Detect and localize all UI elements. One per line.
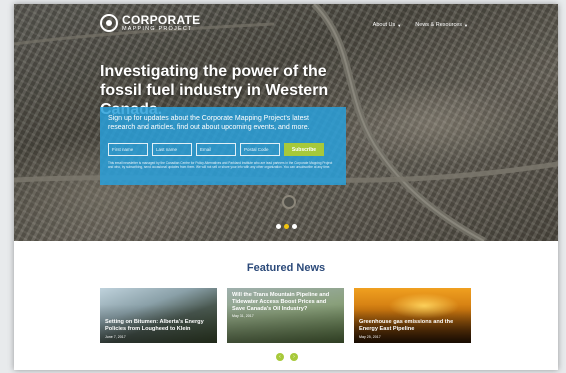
main-nav: About Us ▼ News & Resources ▼ bbox=[373, 22, 468, 28]
nav-item-about-us[interactable]: About Us ▼ bbox=[373, 22, 402, 28]
slider-dots bbox=[276, 224, 297, 229]
signup-disclaimer: This email newsletter is managed by the … bbox=[108, 161, 333, 170]
news-card-title: Setting on Bitumen: Alberta's Energy Pol… bbox=[105, 319, 204, 333]
site-logo[interactable]: CORPORATE MAPPING PROJECT bbox=[100, 14, 200, 33]
news-card-date: May 31, 2017 bbox=[232, 314, 254, 319]
signup-text: Sign up for updates about the Corporate … bbox=[108, 115, 310, 131]
card-text: Setting on Bitumen: Alberta's Energy Pol… bbox=[105, 319, 212, 339]
news-card[interactable]: Will the Trans Mountain Pipeline and Tid… bbox=[227, 288, 344, 343]
chevron-down-icon: ▼ bbox=[397, 22, 402, 28]
news-card[interactable]: Greenhouse gas emissions and the Energy … bbox=[354, 288, 471, 343]
nav-item-label: About Us bbox=[372, 22, 396, 28]
chevron-right-icon[interactable]: › bbox=[290, 353, 298, 361]
card-text: Will the Trans Mountain Pipeline and Tid… bbox=[232, 292, 339, 318]
news-card-date: June 7, 2017 bbox=[105, 335, 126, 339]
subscribe-button[interactable]: Subscribe bbox=[284, 143, 324, 156]
slide-dot[interactable] bbox=[276, 224, 281, 229]
last-name-field[interactable] bbox=[152, 143, 192, 156]
browser-screenshot: CORPORATE MAPPING PROJECT About Us ▼ New… bbox=[14, 4, 558, 370]
news-card[interactable]: Setting on Bitumen: Alberta's Energy Pol… bbox=[100, 288, 217, 343]
chevron-down-icon: ▼ bbox=[464, 22, 468, 28]
news-card-date: May 25, 2017 bbox=[359, 335, 381, 339]
logo-line-2: MAPPING PROJECT bbox=[122, 26, 193, 32]
featured-pager: ‹ › bbox=[276, 353, 298, 361]
logo-icon bbox=[100, 14, 118, 33]
first-name-field[interactable] bbox=[108, 143, 148, 156]
slide-dot-active[interactable] bbox=[284, 224, 289, 229]
email-field[interactable] bbox=[196, 143, 236, 156]
nav-item-news-resources[interactable]: News & Resources ▼ bbox=[415, 22, 468, 28]
signup-form: Subscribe bbox=[108, 143, 324, 156]
signup-box: Sign up for updates about the Corporate … bbox=[100, 107, 346, 185]
card-text: Greenhouse gas emissions and the Energy … bbox=[359, 319, 466, 339]
hero-banner: CORPORATE MAPPING PROJECT About Us ▼ New… bbox=[14, 4, 558, 241]
news-card-title: Will the Trans Mountain Pipeline and Tid… bbox=[232, 292, 330, 312]
logo-text: CORPORATE MAPPING PROJECT bbox=[122, 14, 200, 33]
slide-dot[interactable] bbox=[292, 224, 297, 229]
news-card-title: Greenhouse gas emissions and the Energy … bbox=[359, 319, 454, 333]
featured-news-list: Setting on Bitumen: Alberta's Energy Pol… bbox=[100, 288, 471, 343]
postal-code-field[interactable] bbox=[240, 143, 280, 156]
logo-line-1: CORPORATE bbox=[122, 13, 201, 27]
chevron-left-icon[interactable]: ‹ bbox=[276, 353, 284, 361]
featured-news-title: Featured News bbox=[246, 262, 326, 274]
nav-item-label: News & Resources bbox=[415, 22, 463, 28]
